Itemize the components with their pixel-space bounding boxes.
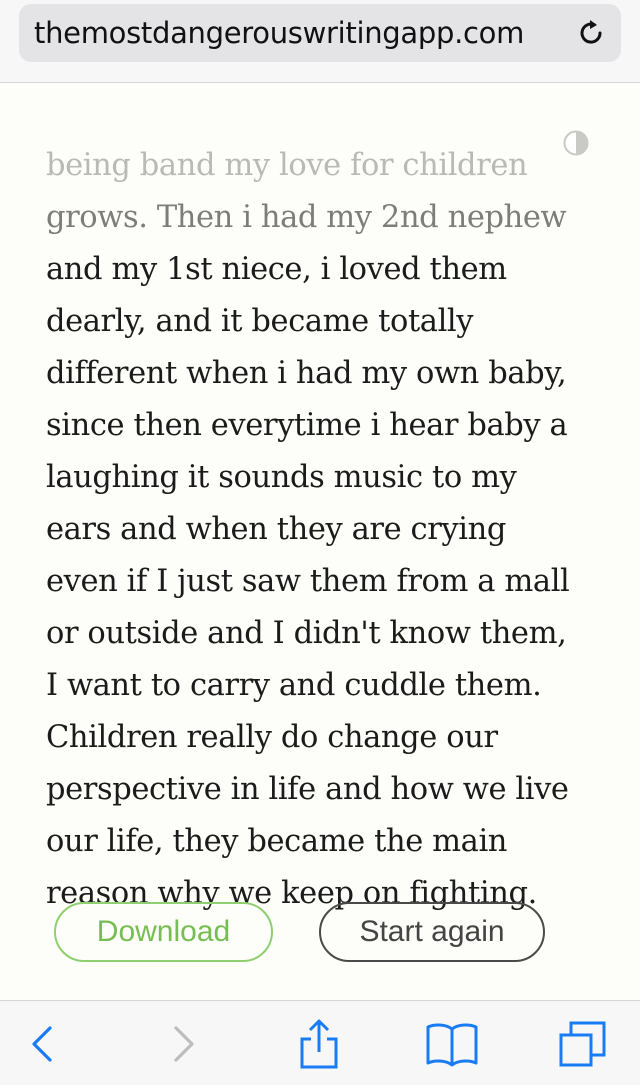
url-text[interactable]: themostdangerouswritingapp.com bbox=[34, 16, 524, 50]
text-line: grows. Then i had my 2nd nephew bbox=[46, 200, 567, 235]
text-line: ears and when they are crying bbox=[46, 512, 506, 547]
writing-area[interactable]: being band my love for children grows. T… bbox=[0, 83, 640, 1000]
text-line: and my 1st niece, i loved them bbox=[46, 252, 507, 287]
text-line: different when i had my own baby, bbox=[46, 356, 567, 391]
download-button[interactable]: Download bbox=[54, 902, 273, 962]
text-line: even if I just saw them from a mall bbox=[46, 564, 570, 599]
back-icon[interactable] bbox=[18, 1019, 68, 1069]
reload-icon[interactable] bbox=[575, 17, 607, 49]
text-line: perspective in life and how we live bbox=[46, 772, 569, 807]
text-line: our life, they became the main bbox=[46, 824, 508, 859]
share-icon[interactable] bbox=[294, 1019, 344, 1069]
text-line: I want to carry and cuddle them. bbox=[46, 668, 542, 703]
text-line: Children really do change our bbox=[46, 720, 498, 755]
text-line: since then everytime i hear baby a bbox=[46, 408, 568, 443]
tabs-icon[interactable] bbox=[556, 1019, 606, 1069]
text-content[interactable]: being band my love for children grows. T… bbox=[46, 143, 606, 913]
text-line: or outside and I didn't know them, bbox=[46, 616, 567, 651]
browser-top-bar: themostdangerouswritingapp.com bbox=[0, 0, 640, 83]
start-again-button[interactable]: Start again bbox=[319, 902, 545, 962]
text-line: laughing it sounds music to my bbox=[46, 460, 517, 495]
forward-icon[interactable] bbox=[158, 1019, 208, 1069]
browser-bottom-toolbar bbox=[0, 1000, 640, 1085]
text-line: being band my love for children bbox=[46, 148, 528, 183]
address-bar[interactable]: themostdangerouswritingapp.com bbox=[19, 4, 621, 62]
bookmarks-icon[interactable] bbox=[424, 1019, 478, 1069]
text-line: dearly, and it became totally bbox=[46, 304, 474, 339]
